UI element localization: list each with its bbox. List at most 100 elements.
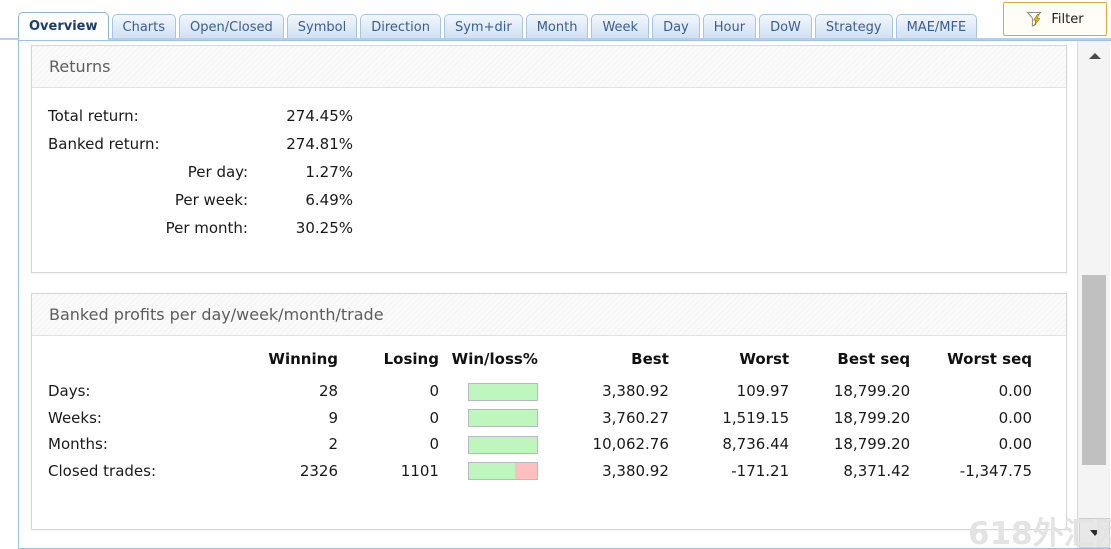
table-row: Months: 2 0 10,062.76 8,736.44 18,799.20 0.00	[32, 431, 1066, 458]
tab-charts[interactable]: Charts	[111, 14, 177, 39]
cell-worst: 109.97	[736, 382, 790, 401]
cell-best: 3,380.92	[602, 461, 669, 480]
row-label: Weeks:	[48, 408, 102, 427]
tab-dow[interactable]: DoW	[759, 14, 812, 39]
filter-button[interactable]: Filter	[1003, 2, 1107, 36]
banked-profits-table: Winning Losing Win/loss% Best Worst Best…	[32, 344, 1066, 484]
tab-month[interactable]: Month	[525, 14, 589, 39]
table-header-row: Winning Losing Win/loss% Best Worst Best…	[32, 344, 1066, 378]
scroll-up-button[interactable]	[1079, 41, 1110, 71]
tab-strategy[interactable]: Strategy	[814, 14, 893, 39]
column-header-worst-seq: Worst seq	[947, 350, 1032, 368]
row-label: Months:	[48, 435, 108, 454]
banked-profits-panel: Banked profits per day/week/month/trade …	[31, 293, 1067, 530]
cell-losing: 0	[429, 382, 439, 401]
cell-best: 3,760.27	[602, 408, 669, 427]
tab-open-closed[interactable]: Open/Closed	[179, 14, 284, 39]
report-content-area: Returns Total return: 274.45% Banked retur…	[18, 40, 1111, 549]
returns-row: Per day: 1.27%	[32, 158, 353, 186]
cell-winning: 28	[318, 382, 339, 401]
column-header-losing: Losing	[383, 350, 439, 368]
scrollbar-thumb[interactable]	[1082, 275, 1106, 465]
cell-best-seq: 18,799.20	[833, 435, 911, 454]
table-row: Closed trades: 2326 1101 3,380.92 -171.21 8,3…	[32, 458, 1066, 485]
win-loss-bar	[467, 382, 538, 401]
cell-best-seq: 18,799.20	[833, 382, 911, 401]
cell-best: 3,380.92	[602, 382, 669, 401]
tab-strip: Overview Charts Open/Closed Symbol Direction…	[18, 12, 978, 40]
returns-row-value: 274.81%	[286, 135, 353, 153]
tab-direction[interactable]: Direction	[360, 14, 441, 39]
returns-row: Per week: 6.49%	[32, 186, 353, 214]
row-label: Days:	[48, 382, 91, 401]
column-header-winloss: Win/loss%	[451, 350, 538, 368]
filter-button-label: Filter	[1051, 11, 1084, 27]
returns-row: Per month: 30.25%	[32, 214, 353, 242]
win-loss-bar	[467, 435, 538, 454]
vertical-scrollbar[interactable]	[1077, 41, 1110, 548]
triangle-up-icon	[1088, 53, 1101, 59]
cell-winning: 9	[328, 408, 339, 427]
cell-winloss-bar	[439, 405, 548, 432]
funnel-lightning-icon	[1026, 10, 1044, 28]
win-loss-bar-win-segment	[468, 436, 537, 453]
column-header-best-seq: Best seq	[837, 350, 911, 368]
returns-panel-body: Total return: 274.45% Banked return: 274.81…	[32, 102, 1066, 242]
cell-worst-seq: 0.00	[998, 408, 1032, 427]
returns-row-label: Per week:	[174, 191, 248, 209]
cell-winloss-bar	[439, 431, 548, 458]
triangle-down-icon	[1089, 530, 1100, 536]
cell-winloss-bar	[439, 458, 548, 485]
returns-table: Total return: 274.45% Banked return: 274.81…	[32, 102, 353, 242]
returns-row-label: Per day:	[187, 163, 248, 181]
tab-sym-dir[interactable]: Sym+dir	[443, 14, 523, 39]
win-loss-bar-win-segment	[468, 463, 516, 479]
returns-row: Banked return: 274.81%	[32, 130, 353, 158]
returns-panel-title: Returns	[32, 46, 1066, 88]
win-loss-bar-win-segment	[468, 410, 537, 426]
returns-row: Total return: 274.45%	[32, 102, 353, 130]
cell-worst: -171.21	[731, 461, 790, 480]
banked-profits-panel-body: Winning Losing Win/loss% Best Worst Best…	[32, 344, 1066, 484]
win-loss-bar	[467, 462, 538, 480]
scroll-down-button[interactable]	[1079, 518, 1110, 548]
returns-row-value: 30.25%	[295, 219, 353, 237]
tab-mae-mfe[interactable]: MAE/MFE	[895, 14, 978, 39]
cell-winning: 2	[328, 435, 339, 454]
win-loss-bar	[467, 409, 538, 427]
cell-winloss-bar	[439, 378, 548, 405]
cell-worst-seq: -1,347.75	[959, 461, 1032, 480]
cell-best: 10,062.76	[592, 435, 669, 454]
win-loss-bar-win-segment	[468, 383, 537, 400]
returns-row-value: 1.27%	[305, 163, 353, 181]
column-header-worst: Worst	[739, 350, 790, 368]
table-row: Weeks: 9 0 3,760.27 1,519.15 18,799.20 0.00	[32, 405, 1066, 432]
tab-symbol[interactable]: Symbol	[286, 14, 358, 39]
report-scroll-content: Returns Total return: 274.45% Banked retur…	[19, 41, 1077, 548]
tab-week[interactable]: Week	[591, 14, 650, 39]
column-header-best: Best	[631, 350, 669, 368]
cell-losing: 0	[429, 435, 439, 454]
cell-best-seq: 18,799.20	[833, 408, 911, 427]
banked-profits-panel-title: Banked profits per day/week/month/trade	[32, 294, 1066, 336]
trading-report-window: Overview Charts Open/Closed Symbol Direction…	[0, 0, 1111, 549]
cell-worst: 8,736.44	[722, 435, 790, 454]
tab-day[interactable]: Day	[652, 14, 700, 39]
tab-overview[interactable]: Overview	[18, 12, 109, 40]
tab-hour[interactable]: Hour	[702, 14, 757, 39]
cell-worst-seq: 0.00	[998, 382, 1032, 401]
tab-bar: Overview Charts Open/Closed Symbol Direction…	[0, 0, 1111, 40]
column-header-label	[32, 344, 236, 378]
table-row: Days: 28 0 3,380.92 109.97 18,799.20 0.00	[32, 378, 1066, 405]
cell-best-seq: 8,371.42	[843, 461, 911, 480]
cell-winning: 2326	[299, 461, 339, 480]
cell-worst: 1,519.15	[722, 408, 790, 427]
cell-worst-seq: 0.00	[998, 435, 1032, 454]
row-label: Closed trades:	[48, 461, 157, 480]
returns-row-value: 274.45%	[286, 107, 353, 125]
returns-row-label: Total return:	[48, 107, 139, 125]
column-header-winning: Winning	[268, 350, 339, 368]
cell-losing: 0	[429, 408, 439, 427]
returns-row-label: Per month:	[165, 219, 248, 237]
returns-panel: Returns Total return: 274.45% Banked retur…	[31, 45, 1067, 273]
